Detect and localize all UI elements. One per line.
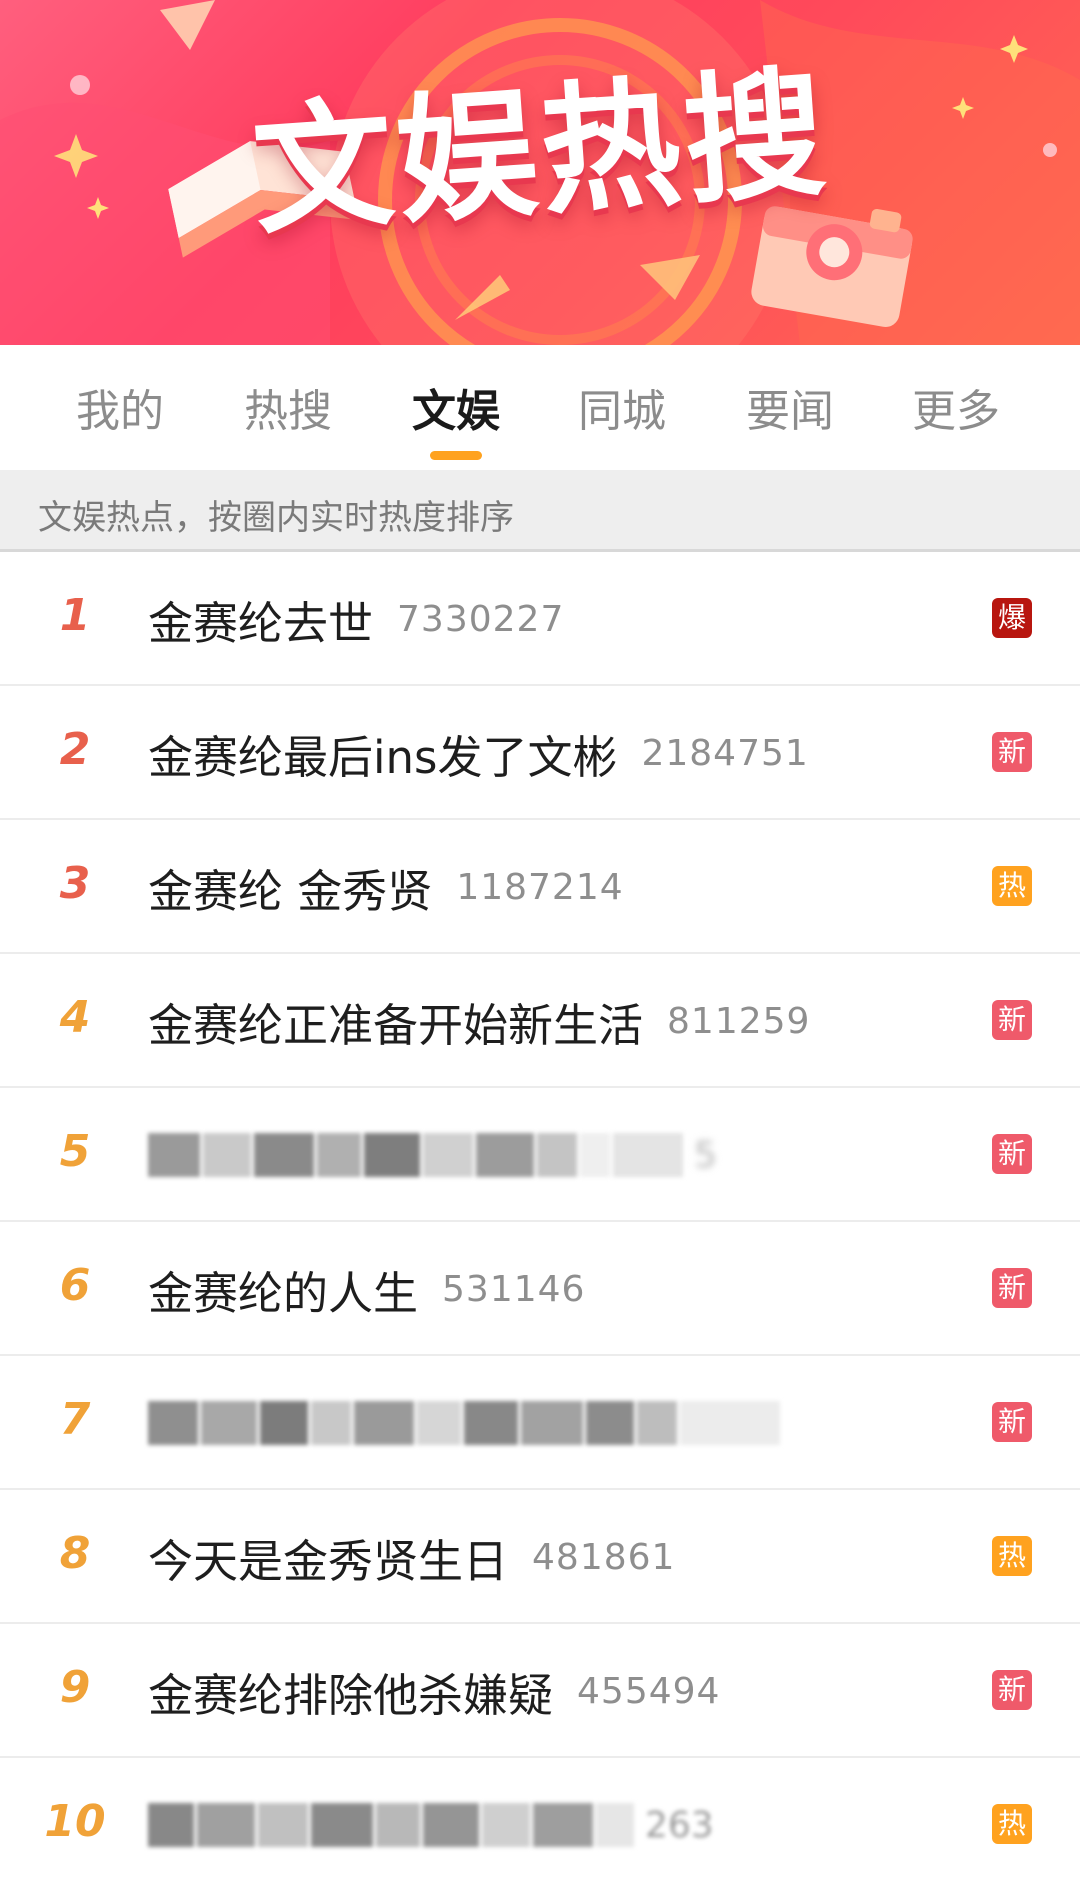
topic[interactable]: 金赛纶的人生 531146 — [148, 1222, 585, 1356]
blurred-topic[interactable] — [148, 1398, 791, 1448]
tab-hot-search[interactable]: 热搜 — [218, 375, 358, 439]
topic[interactable]: 金赛纶最后ins发了文彬 2184751 — [148, 686, 809, 820]
heat-count: 481861 — [532, 1536, 676, 1578]
topic-title: 金赛纶 金秀贤 — [148, 864, 433, 918]
list-item[interactable]: 9 金赛纶排除他杀嫌疑 455494 新 — [0, 1624, 1080, 1758]
topic-title: 金赛纶去世 — [148, 596, 374, 650]
badge-hot: 热 — [992, 1536, 1032, 1576]
hot-search-list: 1 金赛纶去世 7330227 爆 2 金赛纶最后ins发了文彬 2184751… — [0, 552, 1080, 1892]
heat-count: 811259 — [667, 1000, 811, 1042]
hero-banner: 文娱热搜 — [0, 0, 1080, 345]
active-tab-indicator — [430, 451, 482, 460]
blurred-topic[interactable]: 263 — [148, 1800, 714, 1850]
list-item[interactable]: 5 5 新 — [0, 1088, 1080, 1222]
list-item[interactable]: 10 263 热 — [0, 1758, 1080, 1892]
topic[interactable]: 金赛纶 金秀贤 1187214 — [148, 820, 624, 954]
category-tabs: 我的 热搜 文娱 同城 要闻 更多 — [0, 345, 1080, 470]
topic[interactable]: 金赛纶排除他杀嫌疑 455494 — [148, 1624, 720, 1758]
rank-number: 2 — [59, 724, 91, 775]
topic-title: 金赛纶排除他杀嫌疑 — [148, 1668, 554, 1722]
ranking-description: 文娱热点，按圈内实时热度排序 — [38, 498, 514, 538]
blurred-topic[interactable]: 5 — [148, 1130, 717, 1180]
badge-explosive: 爆 — [992, 598, 1032, 638]
topic-title: 今天是金秀贤生日 — [148, 1534, 509, 1588]
list-item[interactable]: 2 金赛纶最后ins发了文彬 2184751 新 — [0, 686, 1080, 820]
list-item[interactable]: 3 金赛纶 金秀贤 1187214 热 — [0, 820, 1080, 954]
rank-number: 9 — [59, 1662, 91, 1713]
badge-new: 新 — [992, 1134, 1032, 1174]
tab-local[interactable]: 同城 — [552, 375, 692, 439]
rank-number: 5 — [59, 1126, 91, 1177]
topic-title: 金赛纶的人生 — [148, 1266, 419, 1320]
list-item[interactable]: 8 今天是金秀贤生日 481861 热 — [0, 1490, 1080, 1624]
list-item[interactable]: 1 金赛纶去世 7330227 爆 — [0, 552, 1080, 686]
heat-count: 531146 — [442, 1268, 586, 1310]
badge-hot: 热 — [992, 866, 1032, 906]
topic[interactable]: 今天是金秀贤生日 481861 — [148, 1490, 675, 1624]
badge-new: 新 — [992, 1000, 1032, 1040]
rank-number: 7 — [59, 1394, 91, 1445]
tab-entertainment[interactable]: 文娱 — [386, 375, 526, 439]
ranking-description-bar: 文娱热点，按圈内实时热度排序 — [0, 470, 1080, 552]
topic[interactable]: 金赛纶正准备开始新生活 811259 — [148, 954, 810, 1088]
badge-new: 新 — [992, 1268, 1032, 1308]
topic[interactable]: 金赛纶去世 7330227 — [148, 552, 564, 686]
heat-count: 7330227 — [397, 598, 565, 640]
badge-new: 新 — [992, 1402, 1032, 1442]
heat-count: 455494 — [577, 1670, 721, 1712]
badge-hot: 热 — [992, 1804, 1032, 1844]
badge-new: 新 — [992, 732, 1032, 772]
topic-title: 金赛纶最后ins发了文彬 — [148, 730, 618, 784]
topic-title: 金赛纶正准备开始新生活 — [148, 998, 644, 1052]
tab-mine[interactable]: 我的 — [50, 375, 190, 439]
rank-number: 3 — [59, 858, 91, 909]
tab-more[interactable]: 更多 — [886, 375, 1026, 439]
heat-count: 1187214 — [456, 866, 624, 908]
list-item[interactable]: 7 新 — [0, 1356, 1080, 1490]
badge-new: 新 — [992, 1670, 1032, 1710]
heat-count: 5 — [694, 1134, 717, 1176]
list-item[interactable]: 4 金赛纶正准备开始新生活 811259 新 — [0, 954, 1080, 1088]
rank-number: 10 — [44, 1796, 106, 1847]
list-item[interactable]: 6 金赛纶的人生 531146 新 — [0, 1222, 1080, 1356]
rank-number: 1 — [59, 590, 91, 641]
heat-count: 2184751 — [641, 732, 809, 774]
rank-number: 4 — [59, 992, 91, 1043]
rank-number: 8 — [59, 1528, 91, 1579]
heat-count: 263 — [645, 1804, 714, 1846]
rank-number: 6 — [59, 1260, 91, 1311]
tab-news[interactable]: 要闻 — [720, 375, 860, 439]
